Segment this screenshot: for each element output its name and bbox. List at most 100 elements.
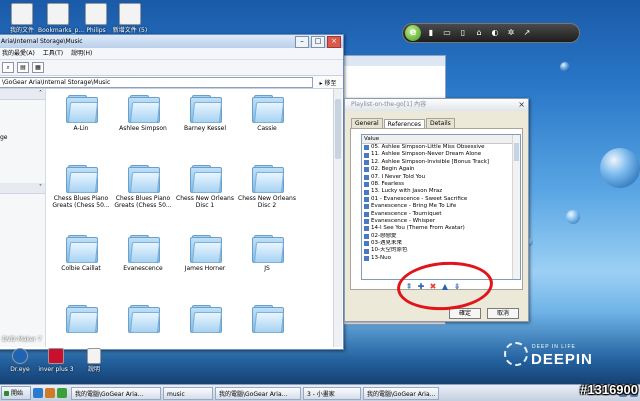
desktop-icon-dvdmaker[interactable]: DVD-Maker 7 — [0, 336, 44, 343]
desktop-icon-inverplus[interactable]: inver plus 3 — [36, 348, 76, 373]
quicklaunch-media-icon[interactable] — [57, 388, 67, 398]
music-file-icon — [364, 219, 369, 225]
close-button[interactable]: × — [327, 36, 341, 48]
list-header[interactable]: Value — [362, 135, 520, 144]
folder-label: A-Lin — [73, 125, 89, 132]
folder-item[interactable] — [113, 301, 173, 371]
menu-help[interactable]: 說明(H) — [71, 48, 92, 59]
start-button[interactable]: 開始 — [1, 386, 31, 400]
taskbar-item[interactable]: music — [163, 386, 213, 400]
folder-item[interactable]: Ashlee Simpson — [113, 91, 173, 161]
folder-item[interactable] — [237, 301, 297, 371]
close-icon[interactable]: × — [518, 99, 525, 111]
folder-item[interactable]: Cassie — [237, 91, 297, 161]
views-icon[interactable]: ▦ — [32, 62, 44, 73]
music-file-icon — [364, 182, 369, 188]
collapse-icon[interactable]: ˄ — [0, 89, 45, 100]
list-item[interactable]: 02-戀戀愛 — [362, 233, 520, 240]
desktop-icon-documents[interactable]: 我的文件 — [2, 3, 42, 34]
menu-tools[interactable]: 工具(T) — [43, 48, 63, 59]
folder-icon — [190, 305, 223, 333]
lock-icon[interactable]: ⌂ — [473, 28, 485, 38]
taskbar-item[interactable]: 我的電腦\GoGear Aria... — [363, 386, 439, 400]
scrollbar-thumb[interactable] — [335, 99, 341, 159]
folder-item[interactable]: Chess Blues Piano Greats (Chess 50... — [51, 161, 111, 231]
folder-item[interactable] — [175, 301, 235, 371]
address-bar: \GoGear Aria\Internal Storage\Music ▸ 移至 — [0, 76, 343, 89]
list-item[interactable]: 07. I Never Told You — [362, 174, 520, 181]
desktop-icon-dreye[interactable]: Dr.eye — [0, 348, 40, 373]
list-item[interactable]: Evanescence - Whisper — [362, 218, 520, 225]
list-item[interactable]: Evanescence - Bring Me To Life — [362, 203, 520, 210]
widget-logo[interactable]: e — [405, 25, 421, 41]
ok-button[interactable]: 確定 — [449, 308, 481, 319]
folder-item[interactable]: Chess New Orleans Disc 1 — [175, 161, 235, 231]
tab-general[interactable]: General — [351, 118, 383, 128]
folder-item[interactable]: Evanescence — [113, 231, 173, 301]
folder-item[interactable]: Chess Blues Piano Greats (Chess 50... — [113, 161, 173, 231]
desktop-icon-label: DVD-Maker 7 — [2, 336, 42, 343]
list-item[interactable]: 11. Ashlee Simpson-Never Dream Alone — [362, 151, 520, 158]
folder-item[interactable]: A-Lin — [51, 91, 111, 161]
globe-icon[interactable]: ◐ — [489, 28, 501, 38]
minimize-button[interactable]: – — [295, 36, 309, 48]
folder-icon — [66, 165, 99, 193]
tab-details[interactable]: Details — [426, 118, 455, 128]
list-item[interactable]: 05. Ashlee Simpson-Little Miss Obsessive — [362, 144, 520, 151]
folder-grid: A-Lin Ashlee Simpson Barney Kessel Cassie Ch… — [51, 91, 339, 371]
list-item[interactable]: 02. Begin Again — [362, 166, 520, 173]
list-item[interactable]: 13. Lucky with Jason Mraz — [362, 188, 520, 195]
music-file-icon — [364, 226, 369, 232]
go-button[interactable]: ▸ 移至 — [313, 78, 343, 87]
desktop-icon-bookmarks[interactable]: Bookmarks_p... — [38, 3, 84, 34]
cancel-button[interactable]: 取消 — [487, 308, 519, 319]
taskbar-item[interactable]: 我的電腦\GoGear Aria... — [71, 386, 161, 400]
music-file-icon — [364, 248, 369, 254]
search-icon[interactable]: ⌕ — [2, 62, 14, 73]
folder-item[interactable]: James Horner — [175, 231, 235, 301]
list-scrollbar[interactable] — [512, 135, 520, 279]
quicklaunch-desktop-icon[interactable] — [45, 388, 55, 398]
folder-label: Evanescence — [123, 265, 163, 272]
taskbar-item[interactable]: 3 - 小畫家 — [303, 386, 361, 400]
folder-icon — [252, 95, 285, 123]
scrollbar-thumb[interactable] — [514, 143, 519, 161]
folder-item[interactable]: Chess New Orleans Disc 2 — [237, 161, 297, 231]
folder-item[interactable]: JS — [237, 231, 297, 301]
folder-item[interactable]: Colbie Caillat — [51, 231, 111, 301]
dialog-titlebar[interactable]: Playlist-on-the-go[1] 內容 × — [345, 99, 528, 111]
vertical-scrollbar[interactable] — [333, 89, 342, 347]
list-item[interactable]: 03-遇見未來 — [362, 240, 520, 247]
quicklaunch-ie-icon[interactable] — [33, 388, 43, 398]
background-window-titlebar[interactable] — [341, 56, 445, 66]
music-file-icon — [364, 189, 369, 195]
maximize-button[interactable]: □ — [311, 36, 325, 48]
list-item[interactable]: 14-I See You (Theme From Avatar) — [362, 225, 520, 232]
folders-icon[interactable]: ▤ — [17, 62, 29, 73]
track-name: 07. I Never Told You — [371, 173, 426, 180]
folder-icon — [128, 165, 161, 193]
folder-item[interactable]: Barney Kessel — [175, 91, 235, 161]
battery-icon[interactable]: ▯ — [457, 28, 469, 38]
desktop-icon-help[interactable]: 說明 — [74, 348, 114, 373]
memory-icon[interactable]: ▭ — [441, 28, 453, 38]
settings-icon[interactable]: ✲ — [505, 28, 517, 38]
task-pane-item[interactable]: ge — [0, 132, 45, 143]
explorer-titlebar[interactable]: Aria\Internal Storage\Music – □ × — [0, 35, 343, 48]
menu-favorites[interactable]: 我的最愛(A) — [2, 48, 35, 59]
taskbar-item[interactable]: 我的電腦\GoGear Aria... — [215, 386, 301, 400]
list-item[interactable]: 13-Nuo — [362, 255, 520, 262]
list-item[interactable]: 12. Ashlee Simpson-Invisible [Bonus Trac… — [362, 159, 520, 166]
desktop-icon-newfile[interactable]: 新增文件 (5) — [110, 3, 150, 34]
expand-icon[interactable]: ˅ — [0, 183, 45, 194]
list-item[interactable]: 01 - Evanescence - Sweet Sacrifice — [362, 196, 520, 203]
folder-icon — [190, 235, 223, 263]
app-icon — [48, 348, 64, 364]
list-item[interactable]: 10-天空的原色 — [362, 247, 520, 254]
usb-icon[interactable]: ▮ — [425, 28, 437, 38]
address-input[interactable]: \GoGear Aria\Internal Storage\Music — [0, 76, 313, 88]
desktop-icon-label: 我的文件 — [9, 27, 34, 34]
chart-icon[interactable]: ↗ — [521, 28, 533, 38]
list-item[interactable]: Evanescence - Tourniquet — [362, 211, 520, 218]
list-item[interactable]: 08. Fearless — [362, 181, 520, 188]
